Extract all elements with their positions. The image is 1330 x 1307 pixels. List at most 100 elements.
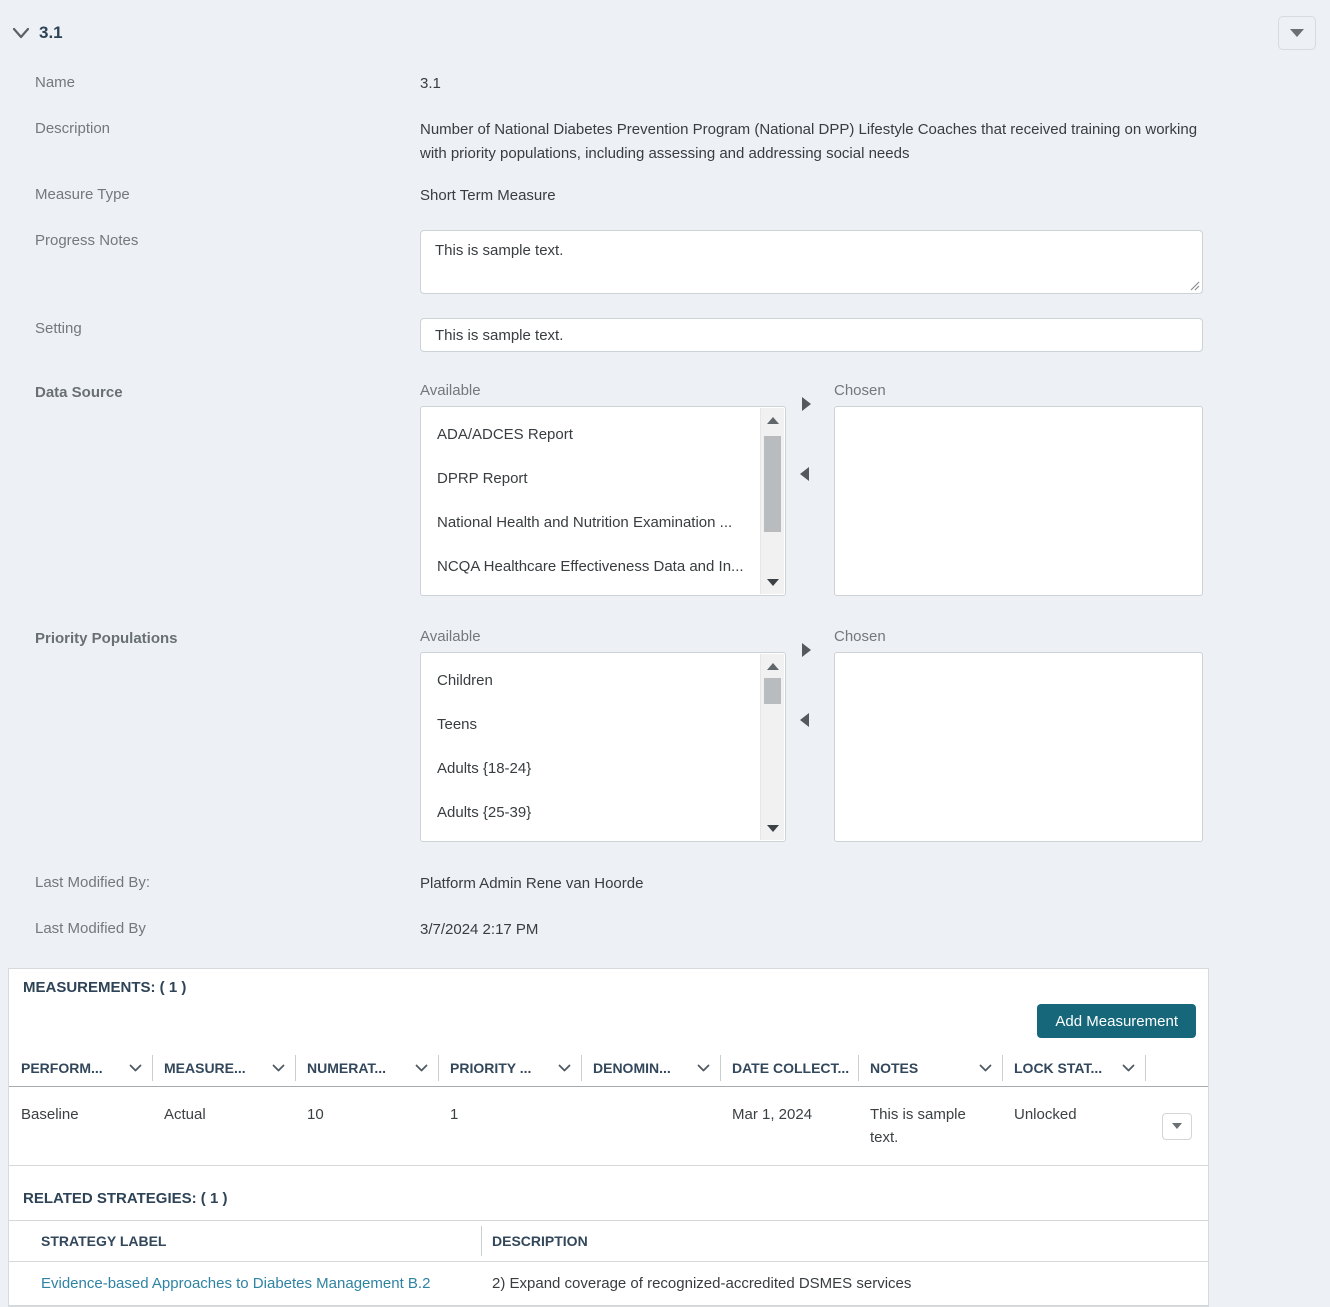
data-source-chosen-listbox[interactable] — [834, 406, 1203, 596]
measurement-table-row: Baseline Actual 10 1 Mar 1, 2024 This is… — [9, 1087, 1208, 1166]
column-header-priority[interactable]: PRIORITY ... — [438, 1050, 581, 1086]
data-source-available-label: Available — [420, 382, 481, 399]
add-measurement-button[interactable]: Add Measurement — [1037, 1004, 1196, 1038]
list-item[interactable]: Adults {25-39} — [421, 791, 785, 835]
measurements-panel: MEASUREMENTS: ( 1 ) Add Measurement PERF… — [8, 968, 1209, 1307]
priority-populations-available-listbox[interactable]: Children Teens Adults {18-24} Adults {25… — [420, 652, 786, 842]
column-header-description: DESCRIPTION — [481, 1221, 1208, 1261]
progress-notes-textarea[interactable]: This is sample text. — [420, 230, 1203, 294]
triangle-up-icon — [766, 662, 779, 670]
header-menu-button[interactable] — [1278, 16, 1316, 50]
priority-populations-label: Priority Populations — [35, 630, 178, 647]
column-header-label: MEASURE... — [164, 1060, 246, 1076]
scroll-up-button[interactable] — [761, 656, 784, 676]
move-to-chosen-button[interactable] — [802, 643, 811, 657]
list-item[interactable]: NCQA Healthcare Effectiveness Data and I… — [421, 545, 785, 589]
list-item[interactable]: National Health and Nutrition Examinatio… — [421, 501, 785, 545]
setting-label: Setting — [35, 320, 82, 337]
cell-numerator: 10 — [307, 1106, 324, 1123]
move-to-chosen-button[interactable] — [802, 397, 811, 411]
list-item[interactable]: DPRP Report — [421, 457, 785, 501]
cell-measure: Actual — [164, 1106, 206, 1123]
move-to-available-button[interactable] — [800, 467, 809, 481]
description-value: Number of National Diabetes Prevention P… — [420, 121, 1198, 162]
textarea-resize-handle-icon[interactable] — [1189, 280, 1200, 291]
chevron-down-icon — [272, 1064, 285, 1072]
chevron-down-icon — [558, 1064, 571, 1072]
description-label: Description — [35, 120, 111, 137]
triangle-down-icon — [766, 578, 779, 586]
last-modified-by-date-value: 3/7/2024 2:17 PM — [420, 921, 539, 938]
column-header-label: LOCK STAT... — [1014, 1060, 1103, 1076]
column-header-label: PRIORITY ... — [450, 1060, 532, 1076]
cell-performance: Baseline — [21, 1106, 79, 1123]
scrollbar[interactable] — [760, 654, 784, 840]
field-row-setting: Setting — [35, 318, 1330, 352]
data-source-chosen-label: Chosen — [834, 382, 886, 399]
scrollbar[interactable] — [760, 408, 784, 594]
collapse-chevron-icon[interactable] — [12, 27, 30, 39]
measure-detail-form: Name 3.1 Description Number of National … — [0, 72, 1330, 942]
chevron-down-icon — [415, 1064, 428, 1072]
caret-down-icon — [1171, 1123, 1182, 1129]
priority-populations-chosen-listbox[interactable] — [834, 652, 1203, 842]
field-row-last-modified-by-date: Last Modified By 3/7/2024 2:17 PM — [35, 918, 1330, 942]
column-header-numerator[interactable]: NUMERAT... — [295, 1050, 438, 1086]
last-modified-by-user-value: Platform Admin Rene van Hoorde — [420, 875, 644, 892]
column-header-label: DENOMIN... — [593, 1060, 671, 1076]
cell-priority: 1 — [450, 1106, 459, 1123]
move-to-available-button[interactable] — [800, 713, 809, 727]
last-modified-by-date-label: Last Modified By — [35, 920, 146, 937]
field-row-measure-type: Measure Type Short Term Measure — [35, 184, 1330, 208]
chevron-down-icon — [1122, 1064, 1135, 1072]
column-header-performance[interactable]: PERFORM... — [9, 1050, 152, 1086]
scroll-down-button[interactable] — [761, 572, 784, 592]
measure-type-value: Short Term Measure — [420, 187, 556, 204]
data-source-available-listbox[interactable]: ADA/ADCES Report DPRP Report National He… — [420, 406, 786, 596]
data-source-label: Data Source — [35, 384, 123, 401]
page-header: 3.1 — [0, 0, 1330, 50]
caret-down-icon — [1290, 29, 1304, 37]
field-row-priority-populations: Priority Populations Available Children … — [35, 628, 1330, 842]
scrollbar-thumb[interactable] — [764, 678, 781, 704]
column-header-label: PERFORM... — [21, 1060, 103, 1076]
field-row-name: Name 3.1 — [35, 72, 1330, 96]
priority-populations-chosen-label: Chosen — [834, 628, 886, 645]
triangle-up-icon — [766, 416, 779, 424]
progress-notes-label: Progress Notes — [35, 232, 139, 249]
name-label: Name — [35, 74, 76, 91]
list-item[interactable]: Children — [421, 659, 785, 703]
column-header-denominator[interactable]: DENOMIN... — [581, 1050, 720, 1086]
scroll-down-button[interactable] — [761, 818, 784, 838]
strategy-link[interactable]: Evidence-based Approaches to Diabetes Ma… — [41, 1275, 430, 1292]
chevron-down-icon — [697, 1064, 710, 1072]
column-header-label: NUMERAT... — [307, 1060, 387, 1076]
column-header-date-collected[interactable]: DATE COLLECT... — [720, 1050, 858, 1086]
list-item[interactable]: ADA/ADCES Report — [421, 413, 785, 457]
column-header-notes[interactable]: NOTES — [858, 1050, 1002, 1086]
measurements-table-header: PERFORM... MEASURE... NUMERAT... PRIORIT… — [9, 1050, 1208, 1087]
page-title: 3.1 — [39, 23, 63, 42]
setting-input[interactable] — [420, 318, 1203, 352]
row-menu-button[interactable] — [1161, 1112, 1192, 1140]
list-item[interactable]: Teens — [421, 703, 785, 747]
cell-notes: This is sample text. — [870, 1106, 966, 1146]
last-modified-by-user-label: Last Modified By: — [35, 874, 151, 891]
cell-date-collected: Mar 1, 2024 — [732, 1106, 813, 1123]
scrollbar-thumb[interactable] — [764, 436, 781, 532]
scroll-up-button[interactable] — [761, 410, 784, 430]
column-header-strategy-label: STRATEGY LABEL — [41, 1233, 167, 1249]
column-header-label: NOTES — [870, 1060, 919, 1076]
column-header-label: DATE COLLECT... — [732, 1060, 850, 1076]
list-item[interactable]: Adults {18-24} — [421, 747, 785, 791]
column-header-measure[interactable]: MEASURE... — [152, 1050, 295, 1086]
chevron-down-icon — [979, 1064, 992, 1072]
cell-denominator — [581, 1087, 720, 1165]
strategy-description: 2) Expand coverage of recognized-accredi… — [492, 1275, 912, 1292]
measurements-heading: MEASUREMENTS: ( 1 ) — [23, 979, 187, 996]
column-header-lock-status[interactable]: LOCK STAT... — [1002, 1050, 1145, 1086]
column-header-actions — [1145, 1050, 1208, 1086]
related-strategy-row: Evidence-based Approaches to Diabetes Ma… — [9, 1262, 1208, 1306]
field-row-last-modified-by-user: Last Modified By: Platform Admin Rene va… — [35, 872, 1330, 896]
triangle-down-icon — [766, 824, 779, 832]
